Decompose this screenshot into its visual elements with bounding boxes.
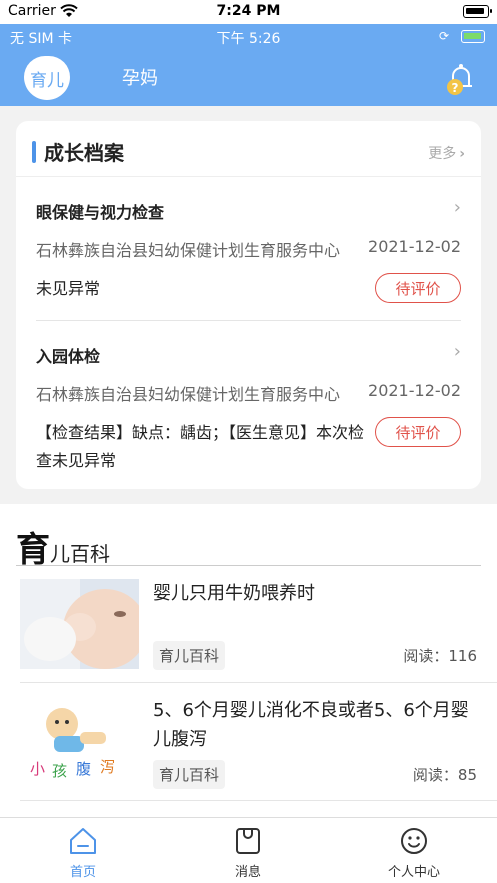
wiki-title-small: 儿百科 bbox=[50, 542, 110, 566]
record-item[interactable]: 眼保健与视力检查 › 石林彝族自治县妇幼保健计划生育服务中心 2021-12-0… bbox=[36, 197, 461, 319]
wiki-title: 育儿百科 bbox=[16, 522, 110, 571]
app-status-bar: 无 SIM 卡 下午 5:26 ⟳ bbox=[0, 24, 497, 50]
chevron-right-icon: › bbox=[453, 197, 461, 218]
article-headline: 婴儿只用牛奶喂养时 bbox=[153, 583, 315, 604]
svg-text:腹: 腹 bbox=[76, 760, 91, 778]
tab-home-label: 首页 bbox=[69, 865, 96, 880]
chevron-right-icon: › bbox=[459, 146, 465, 162]
svg-text:?: ? bbox=[452, 81, 459, 95]
article-tag: 育儿百科 bbox=[153, 760, 226, 789]
tab-pregnancy[interactable]: 孕妈 bbox=[122, 64, 158, 90]
status-icons: ⟳ bbox=[439, 29, 489, 45]
more-link[interactable]: 更多 › bbox=[428, 143, 465, 163]
record-org: 石林彝族自治县妇幼保健计划生育服务中心 bbox=[36, 241, 341, 260]
article-item[interactable]: 婴儿只用牛奶喂养时 育儿百科 阅读：116 bbox=[20, 579, 497, 673]
battery-icon bbox=[463, 5, 492, 18]
record-date: 2021-12-02 bbox=[368, 381, 461, 400]
record-result: 【检查结果】缺点：龋齿；【医生意见】本次检查未见异常 bbox=[36, 423, 365, 470]
article-tag: 育儿百科 bbox=[153, 641, 226, 670]
home-icon bbox=[70, 828, 96, 854]
record-divider bbox=[36, 320, 461, 321]
record-result: 未见异常 bbox=[36, 279, 101, 298]
wiki-title-underline bbox=[16, 565, 481, 566]
svg-text:孩: 孩 bbox=[52, 762, 67, 780]
rotation-lock-icon: ⟳ bbox=[439, 29, 450, 43]
message-icon bbox=[236, 828, 260, 854]
more-label: 更多 bbox=[428, 146, 457, 162]
tab-messages[interactable]: 消息 bbox=[208, 826, 288, 880]
ios-time: 7:24 PM bbox=[216, 3, 281, 19]
article-reads: 阅读：85 bbox=[412, 766, 477, 784]
charging-battery-icon bbox=[461, 30, 485, 43]
app-header: 无 SIM 卡 下午 5:26 ⟳ 育儿 孕妈 ? bbox=[0, 24, 497, 106]
rate-button[interactable]: 待评价 bbox=[375, 417, 461, 447]
title-accent-bar bbox=[32, 141, 36, 163]
tab-home[interactable]: 首页 bbox=[43, 826, 123, 880]
record-date: 2021-12-02 bbox=[368, 237, 461, 256]
tab-messages-label: 消息 bbox=[234, 865, 261, 880]
app-time: 下午 5:26 bbox=[216, 31, 281, 47]
article-reads: 阅读：116 bbox=[403, 647, 477, 665]
tab-profile[interactable]: 个人中心 bbox=[374, 826, 454, 880]
tab-profile-label: 个人中心 bbox=[387, 865, 440, 880]
growth-record-card: 成长档案 更多 › 眼保健与视力检查 › 石林彝族自治县妇幼保健计划生育服务中心 … bbox=[16, 121, 481, 489]
record-name: 眼保健与视力检查 bbox=[36, 203, 165, 222]
tab-parenting[interactable]: 育儿 bbox=[24, 56, 70, 100]
article-divider bbox=[20, 800, 497, 801]
rate-button[interactable]: 待评价 bbox=[375, 273, 461, 303]
parenting-encyclopedia: 育儿百科 婴儿只用牛奶喂养时 育儿百科 阅读：116 小 孩 腹 泻 5、6个月… bbox=[0, 504, 497, 817]
article-thumbnail: 小 孩 腹 泻 bbox=[20, 696, 139, 786]
smiley-icon bbox=[401, 828, 427, 854]
svg-text:小: 小 bbox=[30, 760, 45, 778]
ios-status-bar: Carrier 7:24 PM bbox=[0, 0, 497, 24]
bell-help-icon[interactable]: ? bbox=[443, 60, 479, 96]
chevron-right-icon: › bbox=[453, 341, 461, 362]
article-thumbnail bbox=[20, 579, 139, 669]
bottom-tab-bar: 首页 消息 个人中心 bbox=[0, 817, 497, 883]
wiki-title-big: 育 bbox=[16, 530, 50, 570]
article-headline: 5、6个月婴儿消化不良或者5、6个月婴儿腹泻 bbox=[153, 700, 469, 750]
growth-card-header: 成长档案 更多 › bbox=[16, 121, 481, 177]
article-divider bbox=[20, 682, 497, 683]
article-item[interactable]: 小 孩 腹 泻 5、6个月婴儿消化不良或者5、6个月婴儿腹泻 育儿百科 阅读：8… bbox=[20, 696, 497, 790]
growth-title: 成长档案 bbox=[44, 141, 124, 165]
svg-text:泻: 泻 bbox=[100, 758, 115, 776]
record-org: 石林彝族自治县妇幼保健计划生育服务中心 bbox=[36, 385, 341, 404]
record-name: 入园体检 bbox=[36, 347, 101, 366]
record-item[interactable]: 入园体检 › 石林彝族自治县妇幼保健计划生育服务中心 2021-12-02 【检… bbox=[36, 341, 461, 473]
